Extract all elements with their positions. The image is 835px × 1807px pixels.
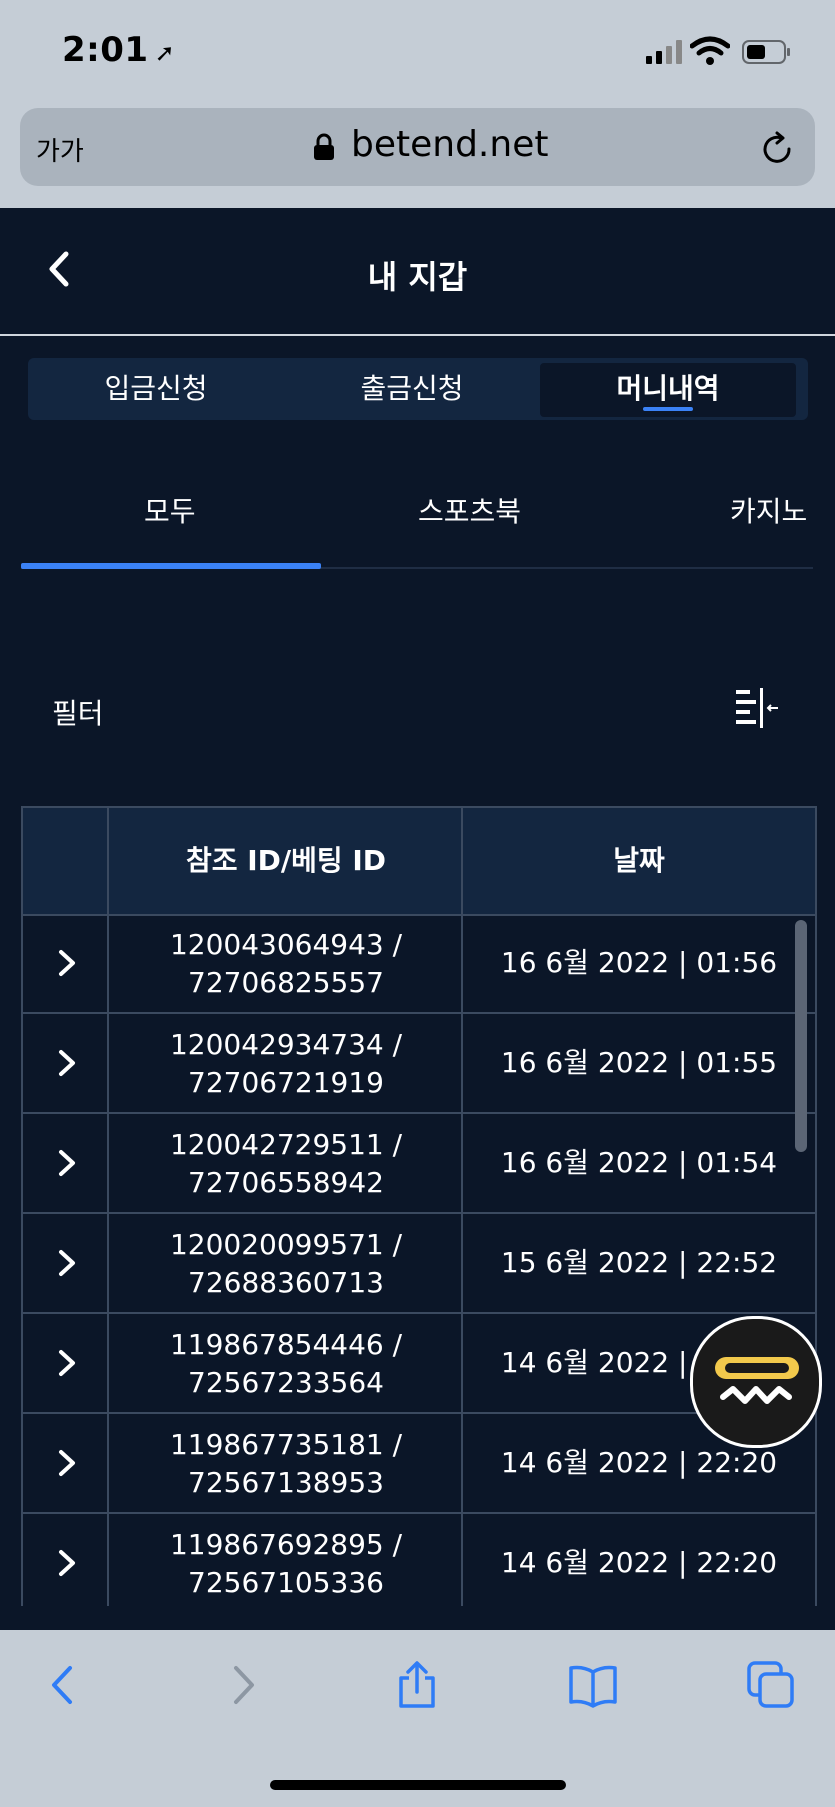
subtab-active-indicator: [21, 563, 321, 569]
table-header: 참조 ID/베팅 ID 날짜: [23, 806, 815, 916]
signal-icon: [646, 40, 682, 64]
bet-id: 72567105336: [188, 1566, 384, 1599]
bet-id: 72567138953: [188, 1466, 384, 1499]
chat-fab-button[interactable]: [690, 1316, 822, 1448]
row-ref-bet-id: 119867735181 / 72567138953: [109, 1426, 463, 1502]
column-header-ref-id[interactable]: 참조 ID/베팅 ID: [109, 808, 463, 914]
bet-id: 72706558942: [188, 1166, 384, 1199]
table-scrollbar[interactable]: [795, 920, 807, 1152]
row-date: 16 6월 2022 | 01:55: [500, 1046, 778, 1079]
tabs-icon[interactable]: [746, 1660, 796, 1710]
ref-id: 120043064943 /: [169, 928, 403, 961]
row-date: 16 6월 2022 | 01:54: [500, 1146, 778, 1179]
row-ref-bet-id: 120043064943 / 72706825557: [109, 926, 463, 1002]
row-ref-bet-id: 120042729511 / 72706558942: [109, 1126, 463, 1202]
bet-id: 72706825557: [188, 966, 384, 999]
ref-id: 120020099571 /: [169, 1228, 403, 1261]
bet-id: 72567233564: [188, 1366, 384, 1399]
active-tab-indicator: [643, 407, 693, 411]
filter-label: 필터: [52, 697, 104, 730]
status-time: 2:01 ➚: [62, 30, 175, 70]
lock-icon: [314, 133, 334, 160]
home-indicator: [270, 1780, 566, 1790]
reload-icon[interactable]: [759, 131, 795, 167]
text-size-button[interactable]: 가가: [36, 131, 84, 168]
ref-id: 119867854446 /: [169, 1328, 403, 1361]
bet-id: 72706721919: [188, 1066, 384, 1099]
bet-id: 72688360713: [188, 1266, 384, 1299]
ref-id: 120042934734 /: [169, 1028, 403, 1061]
main-tab-bar: 입금신청 출금신청 머니내역: [28, 358, 808, 420]
bookmarks-icon[interactable]: [568, 1660, 618, 1710]
url-text[interactable]: betend.net: [351, 124, 548, 165]
row-ref-bet-id: 119867692895 / 72567105336: [109, 1526, 463, 1602]
row-chevron-icon[interactable]: [53, 1044, 81, 1082]
subtab-all[interactable]: 모두: [144, 490, 196, 530]
ref-id: 119867692895 /: [169, 1528, 403, 1561]
page-title: 내 지갑: [367, 258, 468, 296]
row-chevron-icon[interactable]: [53, 1344, 81, 1382]
row-chevron-icon[interactable]: [53, 1544, 81, 1582]
column-header-date[interactable]: 날짜: [463, 808, 815, 914]
share-icon[interactable]: [392, 1660, 442, 1710]
row-ref-bet-id: 120020099571 / 72688360713: [109, 1226, 463, 1302]
tab-label: 머니내역: [616, 372, 720, 405]
table-row[interactable]: 120042729511 / 72706558942 16 6월 2022 | 0…: [23, 1114, 815, 1214]
row-chevron-icon[interactable]: [53, 1244, 81, 1282]
row-ref-bet-id: 120042934734 / 72706721919: [109, 1026, 463, 1102]
wifi-icon: [690, 36, 730, 65]
filter-icon[interactable]: [734, 688, 782, 730]
subtab-sportsbook[interactable]: 스포츠북: [418, 490, 521, 530]
row-chevron-icon[interactable]: [53, 1444, 81, 1482]
row-ref-bet-id: 119867854446 / 72567233564: [109, 1326, 463, 1402]
tab-label: 출금신청: [360, 372, 464, 405]
table-row[interactable]: 120020099571 / 72688360713 15 6월 2022 | 2…: [23, 1214, 815, 1314]
chat-fab-icon: [715, 1357, 799, 1404]
battery-icon: [742, 40, 790, 64]
table-row[interactable]: 120042934734 / 72706721919 16 6월 2022 | 0…: [23, 1014, 815, 1114]
location-arrow-icon: ➚: [154, 39, 176, 67]
ref-id: 120042729511 /: [169, 1128, 403, 1161]
row-chevron-icon[interactable]: [53, 1144, 81, 1182]
row-date: 15 6월 2022 | 22:52: [500, 1246, 778, 1279]
subtab-casino[interactable]: 카지노: [730, 490, 807, 530]
tab-withdraw-request[interactable]: 출금신청: [284, 358, 540, 420]
tab-money-history[interactable]: 머니내역: [540, 363, 796, 417]
history-table: 참조 ID/베팅 ID 날짜 120043064943 / 72706825557…: [21, 806, 817, 1606]
nav-forward-icon[interactable]: [218, 1660, 268, 1710]
table-row[interactable]: 119867692895 / 72567105336 14 6월 2022 | 2…: [23, 1514, 815, 1606]
tab-deposit-request[interactable]: 입금신청: [28, 358, 284, 420]
ref-id: 119867735181 /: [169, 1428, 403, 1461]
row-chevron-icon[interactable]: [53, 944, 81, 982]
status-time-text: 2:01: [62, 30, 149, 70]
table-row[interactable]: 120043064943 / 72706825557 16 6월 2022 | 0…: [23, 914, 815, 1014]
row-date: 16 6월 2022 | 01:56: [500, 946, 778, 979]
nav-back-icon[interactable]: [38, 1660, 88, 1710]
tab-label: 입금신청: [104, 372, 208, 405]
row-date: 14 6월 2022 | 22:20: [500, 1546, 778, 1579]
